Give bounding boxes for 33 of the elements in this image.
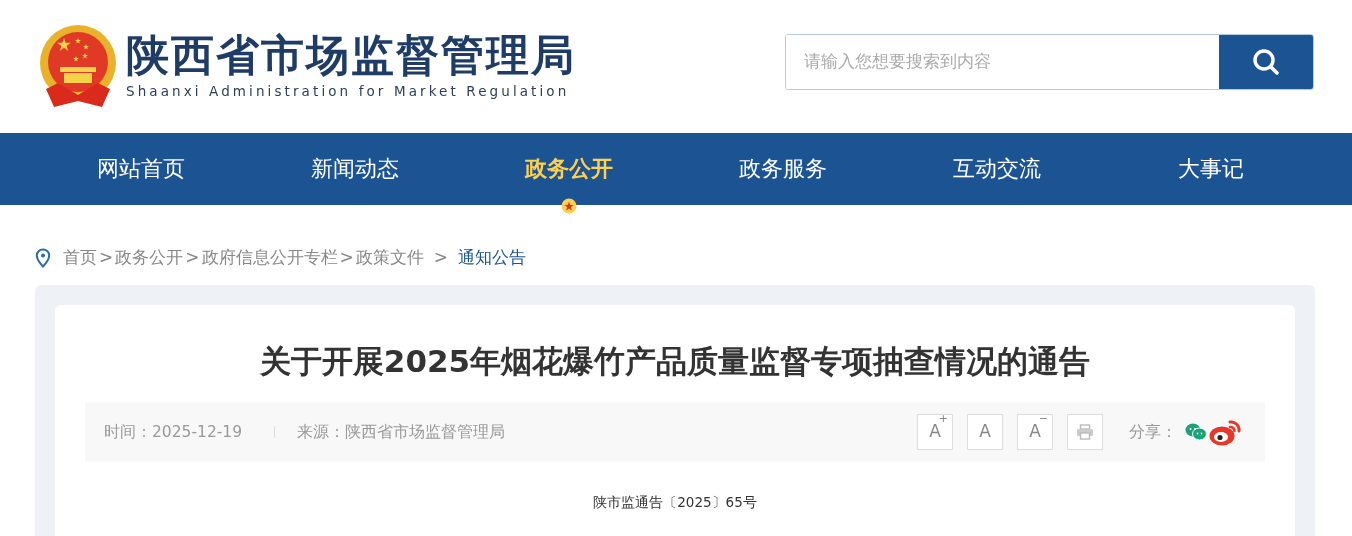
breadcrumb-separator: > <box>99 246 114 270</box>
site-subtitle: Shaanxi Administration for Market Regulation <box>126 85 571 99</box>
star-icon <box>561 198 577 214</box>
site-title: 陕西省市场监督管理局 <box>126 34 576 78</box>
weibo-icon[interactable] <box>1209 417 1243 448</box>
font-size-button[interactable]: A − <box>1017 414 1053 451</box>
article-title: 关于开展2025年烟花爆竹产品质量监督专项抽查情况的通告 <box>258 343 1092 381</box>
breadcrumb-separator: > <box>433 246 448 270</box>
breadcrumb-separator: > <box>185 246 200 270</box>
breadcrumb-link[interactable]: 政务公开 <box>115 245 184 271</box>
location-pin-icon <box>35 248 51 268</box>
share-label: 分享： <box>1129 421 1177 443</box>
breadcrumb-separator: > <box>339 246 354 270</box>
publish-date: 时间：2025-12-19 <box>104 421 243 443</box>
printer-icon <box>1076 424 1094 441</box>
search-button[interactable] <box>1219 34 1313 89</box>
document-number: 陕市监通告〔2025〕65号 <box>593 494 757 511</box>
nav-tab[interactable]: 政务公开 <box>462 133 676 205</box>
font-size-button[interactable]: A <box>967 414 1003 451</box>
article-source: 来源：陕西省市场监督管理局 <box>297 421 506 443</box>
search-icon <box>1252 47 1280 76</box>
breadcrumb-link[interactable]: 政策文件 <box>355 245 424 271</box>
breadcrumb-link[interactable]: 首页 <box>63 245 97 271</box>
nav-tab[interactable]: 互动交流 <box>890 133 1104 205</box>
breadcrumb-link[interactable]: 通知公告 <box>458 245 526 271</box>
font-size-button[interactable]: A + <box>917 414 953 451</box>
nav-tab[interactable]: 政务服务 <box>676 133 890 205</box>
nav-tab[interactable]: 网站首页 <box>34 133 248 205</box>
search-field[interactable]: 请输入您想要搜索到内容 <box>785 33 1314 90</box>
wechat-icon[interactable] <box>1185 423 1207 442</box>
nav-tab[interactable]: 大事记 <box>1104 133 1318 205</box>
nav-tab[interactable]: 新闻动态 <box>248 133 462 205</box>
breadcrumb-link[interactable]: 政府信息公开专栏 <box>201 245 338 271</box>
